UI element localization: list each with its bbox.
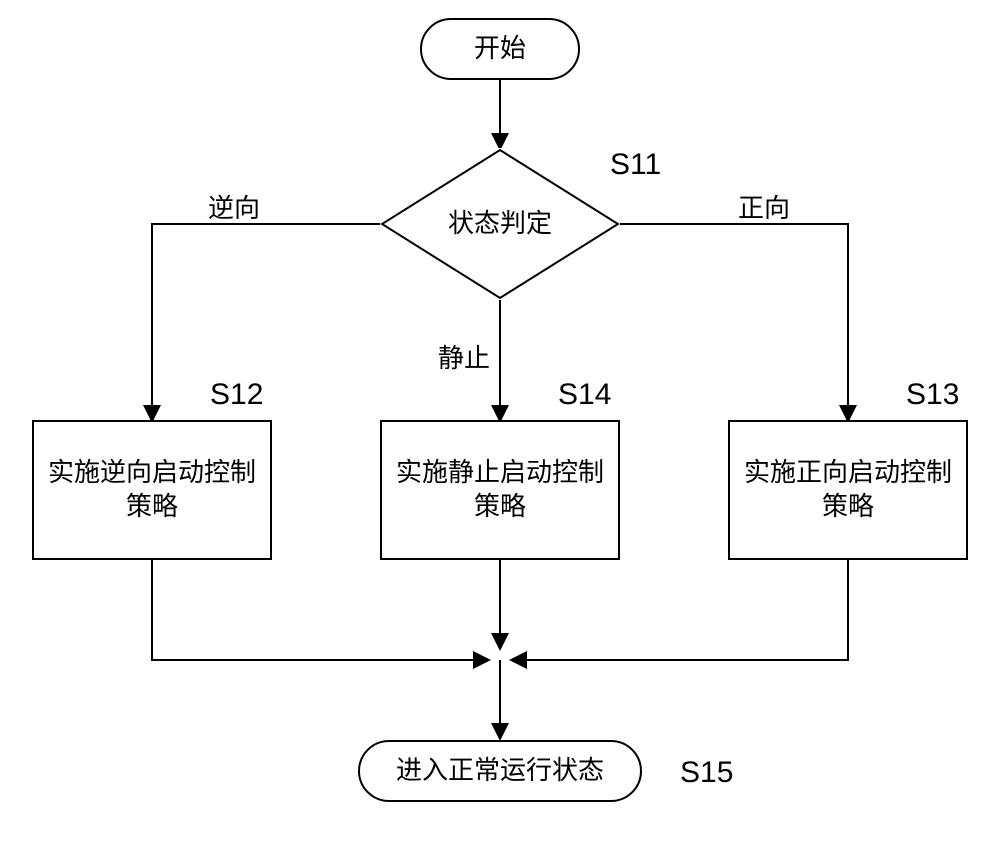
step-s13-label: S13 xyxy=(906,378,959,412)
edge-forward-label: 正向 xyxy=(738,188,790,225)
end-label: 进入正常运行状态 xyxy=(396,754,604,788)
decision-node: 状态判定 xyxy=(380,148,620,300)
process-s14: 实施静止启动控制策略 xyxy=(380,420,620,560)
step-s11-label: S11 xyxy=(610,148,661,182)
process-s13: 实施正向启动控制策略 xyxy=(728,420,968,560)
process-s12-label: 实施逆向启动控制策略 xyxy=(42,456,262,524)
step-s15-label: S15 xyxy=(680,756,733,790)
step-s12-label: S12 xyxy=(210,378,263,412)
decision-label: 状态判定 xyxy=(448,207,552,241)
edge-still-label: 静止 xyxy=(438,338,490,375)
start-node: 开始 xyxy=(420,18,580,80)
start-label: 开始 xyxy=(474,32,526,66)
edge-reverse-label: 逆向 xyxy=(208,188,260,225)
end-node: 进入正常运行状态 xyxy=(358,740,642,802)
process-s12: 实施逆向启动控制策略 xyxy=(32,420,272,560)
process-s13-label: 实施正向启动控制策略 xyxy=(738,456,958,524)
process-s14-label: 实施静止启动控制策略 xyxy=(390,456,610,524)
step-s14-label: S14 xyxy=(558,378,611,412)
